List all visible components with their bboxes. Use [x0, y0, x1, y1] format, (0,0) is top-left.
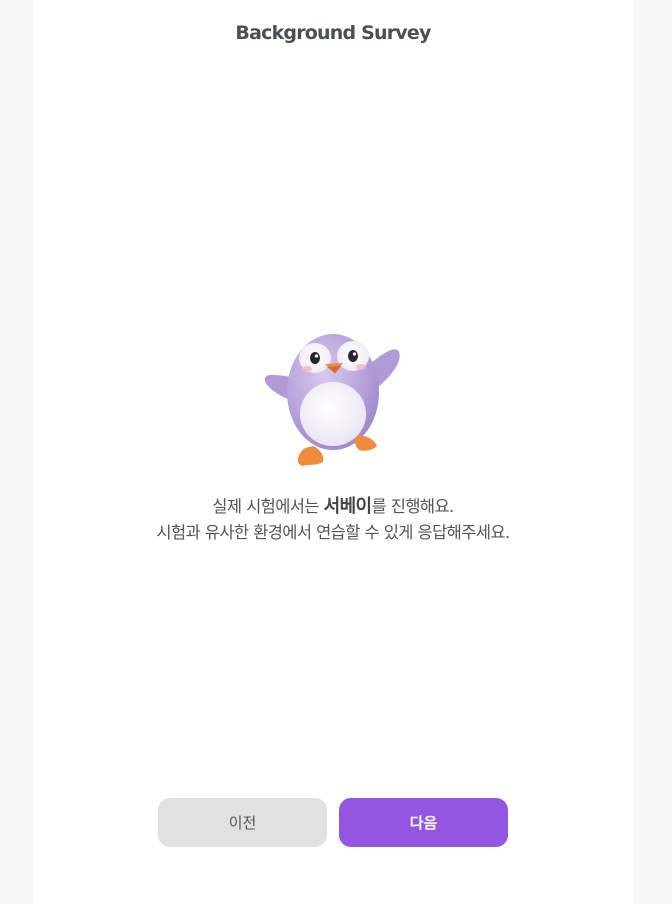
message-line-2: 시험과 유사한 환경에서 연습할 수 있게 응답해주세요.	[156, 523, 510, 542]
message-line-1-prefix: 실제 시험에서는	[212, 497, 324, 516]
survey-panel: Background Survey 실제 시험에서는 서베이를 진행해요. 시험…	[33, 0, 633, 904]
message-line-1-suffix: 를 진행해요.	[371, 497, 455, 516]
survey-emphasis: 서베이	[323, 496, 372, 517]
page-title: Background Survey	[235, 22, 431, 44]
survey-intro-message: 실제 시험에서는 서베이를 진행해요. 시험과 유사한 환경에서 연습할 수 있…	[33, 494, 633, 546]
previous-button[interactable]: 이전	[158, 798, 327, 847]
penguin-mascot-icon	[264, 334, 400, 466]
next-button[interactable]: 다음	[339, 798, 508, 847]
message-line-1: 실제 시험에서는 서베이를 진행해요.	[33, 494, 633, 520]
